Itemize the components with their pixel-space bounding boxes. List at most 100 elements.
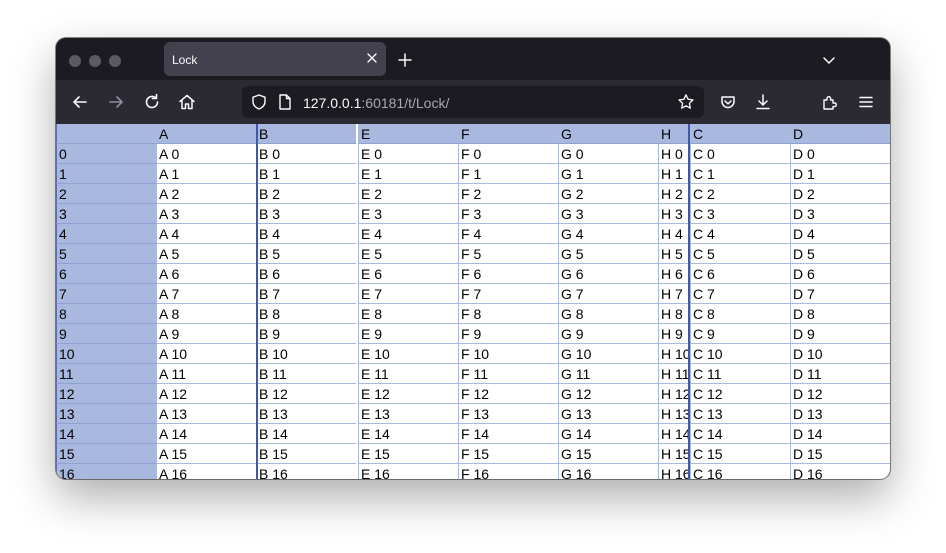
grid-cell[interactable]: H 7 <box>658 284 690 304</box>
grid-cell[interactable]: C 14 <box>690 424 790 444</box>
close-window-button[interactable] <box>69 55 81 67</box>
grid-cell[interactable]: E 5 <box>358 244 458 264</box>
row-header-cell[interactable]: 16 <box>56 464 156 479</box>
column-header-d[interactable]: D <box>790 124 890 144</box>
grid-cell[interactable]: A 3 <box>156 204 256 224</box>
grid-cell[interactable]: G 5 <box>558 244 658 264</box>
grid-cell[interactable]: G 8 <box>558 304 658 324</box>
back-arrow-icon[interactable] <box>70 92 90 112</box>
row-header-cell[interactable]: 9 <box>56 324 156 344</box>
grid-cell[interactable]: D 16 <box>790 464 890 479</box>
grid-cell[interactable]: E 2 <box>358 184 458 204</box>
grid-cell[interactable]: E 6 <box>358 264 458 284</box>
grid-cell[interactable]: H 11 <box>658 364 690 384</box>
url-bar[interactable]: 127.0.0.1:60181/t/Lock/ <box>242 86 704 118</box>
row-header-cell[interactable]: 3 <box>56 204 156 224</box>
grid-cell[interactable]: G 16 <box>558 464 658 479</box>
grid-cell[interactable]: C 8 <box>690 304 790 324</box>
grid-cell[interactable]: D 10 <box>790 344 890 364</box>
grid-cell[interactable]: G 13 <box>558 404 658 424</box>
grid-cell[interactable]: D 9 <box>790 324 890 344</box>
row-header-cell[interactable]: 13 <box>56 404 156 424</box>
grid-cell[interactable]: D 12 <box>790 384 890 404</box>
grid-cell[interactable]: E 8 <box>358 304 458 324</box>
grid-cell[interactable]: E 7 <box>358 284 458 304</box>
row-header-cell[interactable]: 5 <box>56 244 156 264</box>
grid-cell[interactable]: F 10 <box>458 344 558 364</box>
grid-cell[interactable]: F 7 <box>458 284 558 304</box>
grid-cell[interactable]: A 10 <box>156 344 256 364</box>
grid-cell[interactable]: F 14 <box>458 424 558 444</box>
grid-cell[interactable]: A 6 <box>156 264 256 284</box>
grid-cell[interactable]: A 4 <box>156 224 256 244</box>
grid-cell[interactable]: G 2 <box>558 184 658 204</box>
extensions-icon[interactable] <box>820 92 840 112</box>
tab-lock[interactable]: Lock <box>164 42 386 76</box>
grid-cell[interactable]: A 5 <box>156 244 256 264</box>
grid-cell[interactable]: D 0 <box>790 144 890 164</box>
grid-cell[interactable]: A 8 <box>156 304 256 324</box>
column-header-b[interactable]: B <box>256 124 356 144</box>
new-tab-icon[interactable] <box>397 52 413 68</box>
grid-cell[interactable]: C 9 <box>690 324 790 344</box>
row-header-cell[interactable]: 14 <box>56 424 156 444</box>
grid-cell[interactable]: A 13 <box>156 404 256 424</box>
grid-cell[interactable]: F 3 <box>458 204 558 224</box>
chevron-down-icon[interactable] <box>821 52 837 68</box>
grid-cell[interactable]: G 15 <box>558 444 658 464</box>
column-header-h[interactable]: H <box>658 124 690 144</box>
grid-cell[interactable]: H 8 <box>658 304 690 324</box>
grid-cell[interactable]: A 7 <box>156 284 256 304</box>
grid-cell[interactable]: G 12 <box>558 384 658 404</box>
grid-cell[interactable]: F 1 <box>458 164 558 184</box>
grid-cell[interactable]: H 3 <box>658 204 690 224</box>
grid-cell[interactable]: E 15 <box>358 444 458 464</box>
grid-cell[interactable]: H 5 <box>658 244 690 264</box>
grid-cell[interactable]: B 12 <box>256 384 356 404</box>
grid-cell[interactable]: A 1 <box>156 164 256 184</box>
grid-cell[interactable]: F 2 <box>458 184 558 204</box>
grid-cell[interactable]: G 6 <box>558 264 658 284</box>
grid-cell[interactable]: D 4 <box>790 224 890 244</box>
download-icon[interactable] <box>753 92 773 112</box>
grid-cell[interactable]: D 3 <box>790 204 890 224</box>
row-header-cell[interactable]: 8 <box>56 304 156 324</box>
row-header-cell[interactable]: 15 <box>56 444 156 464</box>
grid-cell[interactable]: E 1 <box>358 164 458 184</box>
grid-cell[interactable]: D 14 <box>790 424 890 444</box>
column-header-e[interactable]: E <box>358 124 458 144</box>
grid-cell[interactable]: F 11 <box>458 364 558 384</box>
shield-icon[interactable] <box>250 93 268 116</box>
grid-cell[interactable]: G 14 <box>558 424 658 444</box>
grid-cell[interactable]: F 13 <box>458 404 558 424</box>
grid-cell[interactable]: G 10 <box>558 344 658 364</box>
grid-cell[interactable]: C 13 <box>690 404 790 424</box>
right-lock-divider[interactable] <box>688 124 690 479</box>
grid-cell[interactable]: A 12 <box>156 384 256 404</box>
grid-cell[interactable]: B 11 <box>256 364 356 384</box>
grid-cell[interactable]: B 10 <box>256 344 356 364</box>
grid-cell[interactable]: B 16 <box>256 464 356 479</box>
grid-cell[interactable]: G 1 <box>558 164 658 184</box>
grid-cell[interactable]: C 5 <box>690 244 790 264</box>
row-header-cell[interactable]: 7 <box>56 284 156 304</box>
grid-cell[interactable]: C 3 <box>690 204 790 224</box>
grid-cell[interactable]: B 8 <box>256 304 356 324</box>
grid-cell[interactable]: H 6 <box>658 264 690 284</box>
grid-cell[interactable]: A 11 <box>156 364 256 384</box>
grid-cell[interactable]: D 6 <box>790 264 890 284</box>
minimize-window-button[interactable] <box>89 55 101 67</box>
close-tab-icon[interactable] <box>364 50 380 66</box>
row-header-cell[interactable]: 4 <box>56 224 156 244</box>
grid-cell[interactable]: A 14 <box>156 424 256 444</box>
grid-cell[interactable]: D 1 <box>790 164 890 184</box>
grid-cell[interactable]: E 4 <box>358 224 458 244</box>
row-header-cell[interactable]: 0 <box>56 144 156 164</box>
grid-cell[interactable]: H 12 <box>658 384 690 404</box>
grid-cell[interactable]: B 3 <box>256 204 356 224</box>
grid-cell[interactable]: G 0 <box>558 144 658 164</box>
row-header-cell[interactable]: 2 <box>56 184 156 204</box>
grid-cell[interactable]: F 8 <box>458 304 558 324</box>
grid-cell[interactable]: C 11 <box>690 364 790 384</box>
menu-icon[interactable] <box>856 92 876 112</box>
